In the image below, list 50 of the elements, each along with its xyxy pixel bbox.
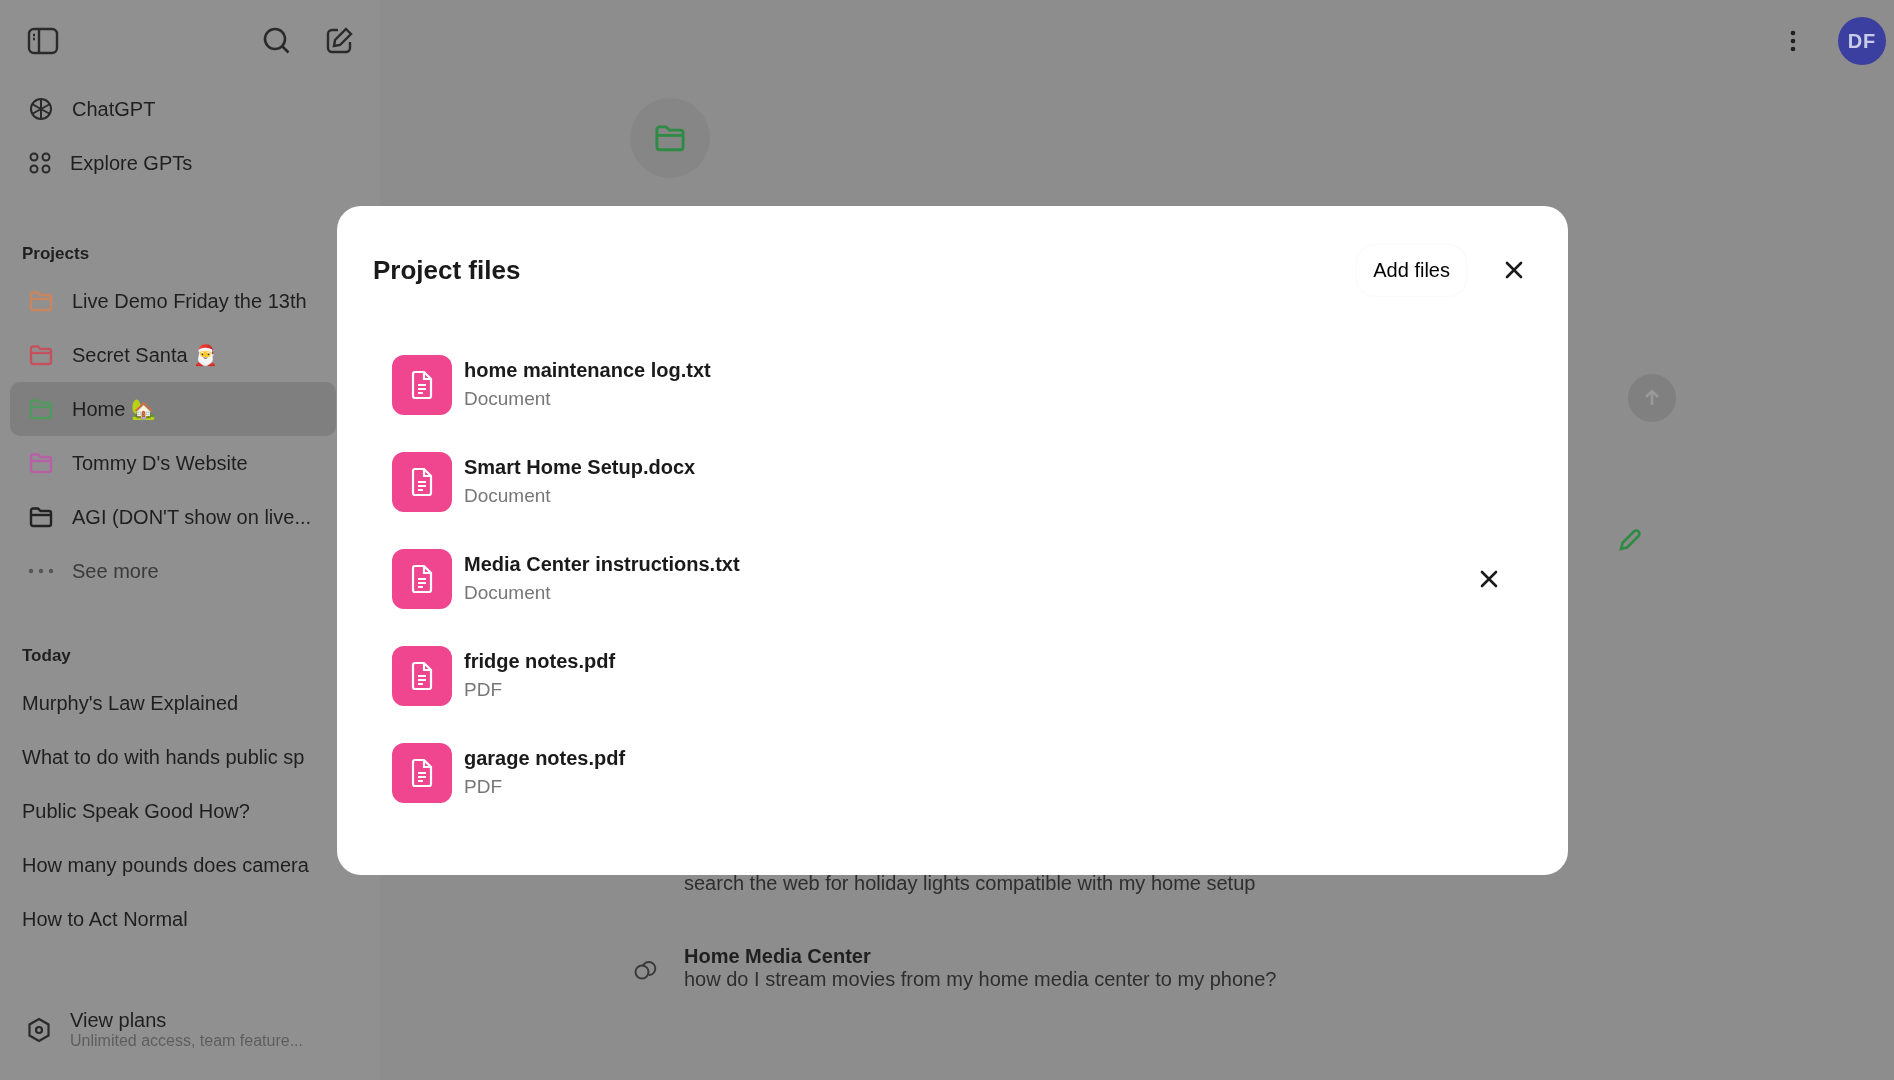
- chat-item[interactable]: How to Act Normal: [10, 892, 200, 946]
- chat-item[interactable]: How many pounds does camera: [10, 838, 321, 892]
- conversation-preview: search the web for holiday lights compatible with my home setup: [684, 872, 1256, 895]
- chat-item[interactable]: What to do with hands public sp: [10, 730, 317, 784]
- file-name[interactable]: garage notes.pdf: [464, 747, 1532, 770]
- conversation-preview: how do I stream movies from my home media center to my phone?: [684, 968, 1277, 991]
- document-icon: [392, 354, 452, 415]
- project-item[interactable]: Tommy D's Website: [10, 436, 336, 490]
- modal-title: Project files: [373, 254, 522, 286]
- file-type: Document: [464, 582, 552, 604]
- nav-item[interactable]: Explore GPTs: [10, 136, 336, 190]
- file-type: PDF: [464, 679, 503, 701]
- file-name[interactable]: home maintenance log.txt: [464, 359, 1532, 382]
- file-name[interactable]: fridge notes.pdf: [464, 650, 1532, 673]
- file-type: Document: [464, 485, 552, 507]
- document-icon: [392, 548, 452, 609]
- file-type: Document: [464, 388, 552, 410]
- document-icon: [392, 742, 452, 803]
- document-icon: [392, 451, 452, 512]
- view-plans-link[interactable]: View plans: [70, 1009, 303, 1032]
- file-row[interactable]: Smart Home Setup.docx Document: [373, 433, 1532, 530]
- project-item[interactable]: Secret Santa 🎅: [10, 328, 336, 382]
- more-icon: [1790, 30, 1796, 52]
- section-heading: Projects: [21, 244, 91, 264]
- chat-item[interactable]: Public Speak Good How?: [10, 784, 262, 838]
- see-more-link[interactable]: See more: [10, 544, 336, 598]
- document-icon: [392, 645, 452, 706]
- section-heading: Today: [21, 646, 72, 666]
- project-item[interactable]: Home 🏡: [10, 382, 336, 436]
- file-row[interactable]: home maintenance log.txt Document: [373, 336, 1532, 433]
- more-icon: [28, 568, 54, 574]
- file-name[interactable]: Smart Home Setup.docx: [464, 456, 1532, 479]
- project-item[interactable]: Live Demo Friday the 13th: [10, 274, 336, 328]
- nav-item[interactable]: ChatGPT: [10, 82, 336, 136]
- chat-item[interactable]: Murphy's Law Explained: [10, 676, 251, 730]
- conversation-title[interactable]: Home Media Center: [684, 945, 1277, 968]
- close-icon: [1504, 260, 1524, 280]
- file-type: PDF: [464, 776, 503, 798]
- logo-icon: [28, 96, 54, 122]
- plans-icon: [26, 1016, 52, 1043]
- chat-bubbles-icon: [633, 959, 657, 981]
- file-name[interactable]: Media Center instructions.txt: [464, 553, 1459, 576]
- file-row[interactable]: garage notes.pdf PDF: [373, 724, 1532, 821]
- grid-icon: [28, 151, 52, 175]
- add-files-button[interactable]: Add files: [1357, 244, 1466, 296]
- close-icon: [1479, 568, 1499, 589]
- file-row[interactable]: fridge notes.pdf PDF: [373, 627, 1532, 724]
- file-row[interactable]: Media Center instructions.txt Document: [373, 530, 1532, 627]
- avatar[interactable]: DF: [1838, 17, 1886, 65]
- project-item[interactable]: AGI (DON'T show on live...: [10, 490, 336, 544]
